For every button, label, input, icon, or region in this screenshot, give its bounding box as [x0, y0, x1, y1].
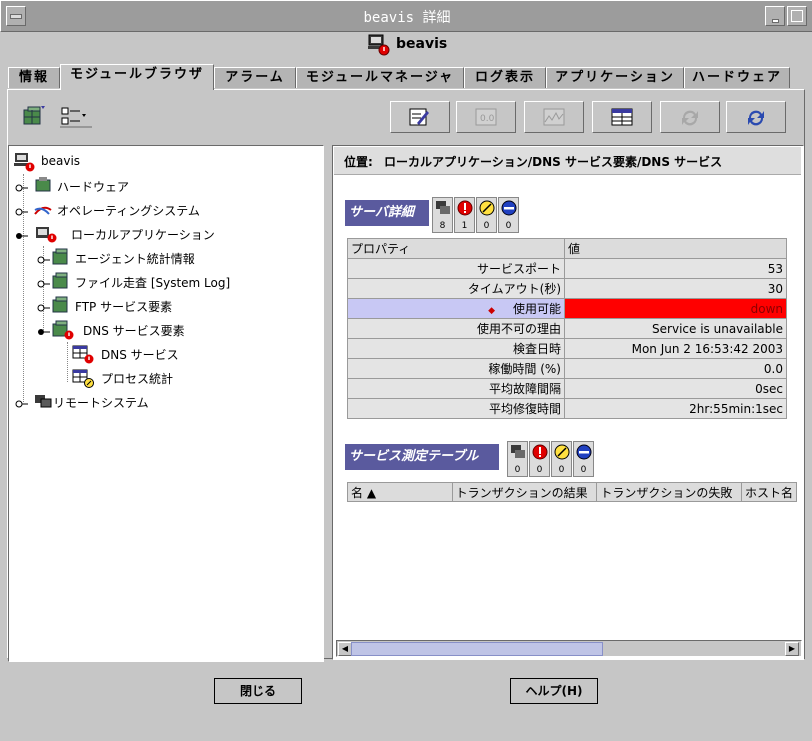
table-icon: [611, 108, 633, 126]
expand-handle-icon[interactable]: [15, 205, 29, 219]
count-critical: 1: [454, 197, 475, 233]
module-icon: [51, 296, 71, 317]
table-row[interactable]: タイムアウト(秒) 30: [347, 278, 787, 299]
tab-module-manager[interactable]: モジュールマネージャ: [296, 67, 464, 88]
count-total: 8: [432, 197, 453, 233]
server-details-table: プロパティ 値 サービスポート 53 タイムアウト(秒) 30 ◆ 使用可能 down…: [347, 238, 787, 419]
scroll-thumb[interactable]: [351, 642, 603, 656]
tree-node-label: beavis: [41, 154, 81, 168]
refresh-disabled-icon: [682, 110, 698, 126]
window-title: beavis 詳細: [363, 10, 451, 26]
scroll-left-icon[interactable]: ◀: [338, 642, 352, 656]
down-icon: [576, 444, 592, 460]
edit-icon: [409, 108, 429, 126]
tab-log-view[interactable]: ログ表示: [464, 67, 546, 88]
tab-bar: 情報 モジュールブラウザ アラーム モジュールマネージャ ログ表示 アプリケーシ…: [8, 64, 804, 90]
module-alarm-icon: [51, 320, 77, 343]
expand-handle-icon[interactable]: [15, 181, 29, 195]
svc-count-down: 0: [573, 441, 594, 477]
scroll-right-icon[interactable]: ▶: [785, 642, 799, 656]
maximize-button[interactable]: [787, 6, 807, 26]
minimize-button[interactable]: [765, 6, 785, 26]
server-details-title: サーバ詳細: [345, 200, 429, 226]
host-count-icon: [511, 445, 525, 458]
col-name[interactable]: 名 ▲: [347, 482, 453, 502]
refresh-disabled-button[interactable]: [660, 101, 720, 133]
list-view-icon[interactable]: [58, 102, 92, 130]
location-bar: 位置: ローカルアプリケーション/DNS サービス要素/DNS サービス: [334, 147, 801, 175]
col-transaction-result[interactable]: トランザクションの結果: [451, 482, 598, 502]
count-warning: 0: [476, 197, 497, 233]
pin-icon: ◆: [488, 306, 495, 316]
table-row[interactable]: 稼働時間 (%) 0.0: [347, 358, 787, 379]
expand-handle-icon[interactable]: [37, 301, 51, 315]
table-row[interactable]: 検査日時 Mon Jun 2 16:53:42 2003: [347, 338, 787, 359]
operating-system-icon: [33, 200, 53, 221]
col-property[interactable]: プロパティ: [347, 238, 565, 259]
chart-icon: 0.0: [475, 108, 497, 126]
tab-hardware[interactable]: ハードウェア: [684, 67, 790, 88]
refresh-icon: [748, 110, 764, 126]
tab-info[interactable]: 情報: [8, 67, 60, 88]
host-alarm-icon: [367, 34, 391, 59]
location-label: 位置:: [344, 155, 373, 169]
tab-applications[interactable]: アプリケーション: [546, 67, 684, 88]
host-name: beavis: [396, 36, 448, 52]
critical-icon: [457, 200, 473, 216]
graph-button[interactable]: [524, 101, 584, 133]
window-titlebar[interactable]: beavis 詳細: [0, 0, 812, 32]
tree-view-icon[interactable]: [20, 102, 48, 130]
table-row[interactable]: 平均故障間隔 0sec: [347, 378, 787, 399]
collapse-handle-icon[interactable]: [15, 229, 29, 243]
table-alarm-icon: [71, 344, 97, 367]
count-down: 0: [498, 197, 519, 233]
table-row[interactable]: 平均修復時間 2hr:55min:1sec: [347, 398, 787, 419]
table-button[interactable]: [592, 101, 652, 133]
graph-icon: [543, 108, 565, 126]
down-icon: [501, 200, 517, 216]
local-app-alarm-icon: [33, 224, 59, 247]
collapse-handle-icon[interactable]: [37, 325, 51, 339]
module-icon: [51, 272, 71, 293]
col-host-name[interactable]: ホスト名: [740, 482, 798, 502]
svg-text:0.0: 0.0: [480, 114, 495, 124]
hardware-icon: [33, 176, 53, 197]
module-tree[interactable]: beavis ハードウェア オペレーティングシステム ローカルアプリケーション …: [8, 145, 324, 662]
col-transaction-failure[interactable]: トランザクションの失敗: [596, 482, 742, 502]
svc-count-total: 0: [507, 441, 528, 477]
chart-button[interactable]: 0.0: [456, 101, 516, 133]
close-button[interactable]: 閉じる: [214, 678, 302, 704]
expand-handle-icon[interactable]: [37, 277, 51, 291]
critical-icon: [532, 444, 548, 460]
refresh-button[interactable]: [726, 101, 786, 133]
col-value[interactable]: 値: [564, 238, 787, 259]
help-button[interactable]: ヘルプ(H): [510, 678, 598, 704]
edit-button[interactable]: [390, 101, 450, 133]
tab-alarms[interactable]: アラーム: [214, 67, 296, 88]
module-icon: [51, 248, 71, 269]
service-table-title: サービス測定テーブル: [345, 444, 499, 470]
tab-module-browser[interactable]: モジュールブラウザ: [60, 64, 214, 90]
host-header: beavis: [0, 30, 812, 58]
svc-count-critical: 0: [529, 441, 550, 477]
svc-count-warning: 0: [551, 441, 572, 477]
remote-system-icon: [33, 392, 53, 413]
table-warning-icon: [71, 368, 97, 391]
warning-icon: [479, 200, 495, 216]
status-down-cell: down: [564, 298, 787, 319]
host-alarm-icon: [13, 152, 37, 175]
expand-handle-icon[interactable]: [15, 397, 29, 411]
horizontal-scrollbar[interactable]: ◀ ▶: [336, 640, 802, 657]
host-count-icon: [436, 201, 450, 214]
table-row-selected[interactable]: ◆ 使用可能 down: [347, 298, 787, 319]
service-table: 名 ▲ トランザクションの結果 トランザクションの失敗 ホスト名: [347, 482, 798, 502]
location-path: ローカルアプリケーション/DNS サービス要素/DNS サービス: [384, 155, 723, 169]
table-row[interactable]: サービスポート 53: [347, 258, 787, 279]
expand-handle-icon[interactable]: [37, 253, 51, 267]
table-row[interactable]: 使用不可の理由 Service is unavailable: [347, 318, 787, 339]
warning-icon: [554, 444, 570, 460]
